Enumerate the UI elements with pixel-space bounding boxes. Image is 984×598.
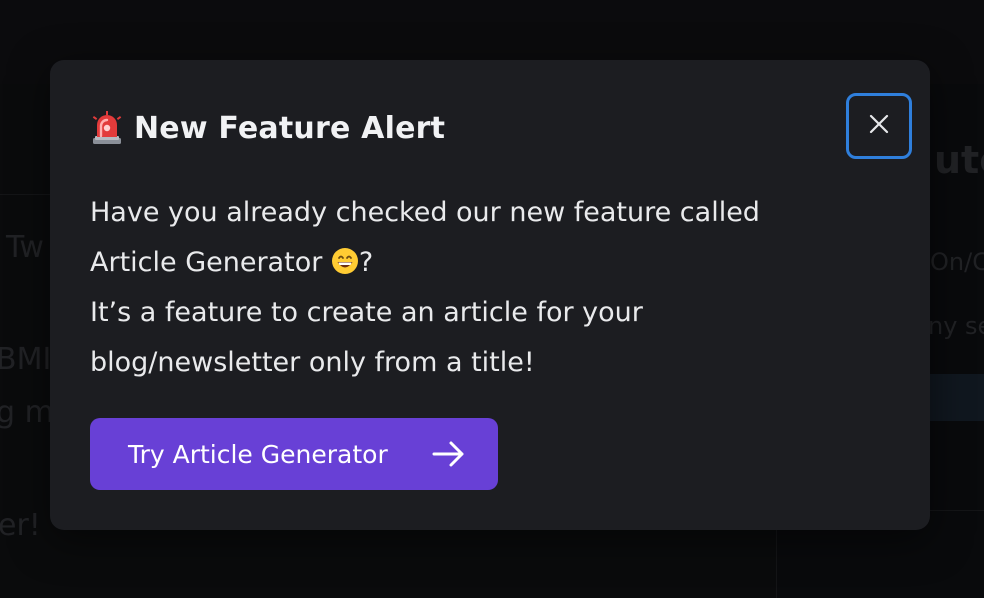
siren-icon (90, 110, 124, 146)
close-icon (868, 113, 890, 139)
cta-label: Try Article Generator (128, 439, 388, 469)
modal-body: Have you already checked our new feature… (90, 188, 870, 388)
try-article-generator-button[interactable]: Try Article Generator (90, 418, 498, 490)
feature-alert-modal: New Feature Alert Have you already check… (50, 60, 930, 530)
grinning-face-icon (331, 242, 359, 274)
app-window: Tw BMI g m er! ute On/C ny se New Featur… (0, 0, 984, 598)
body-text: Have you already checked our new feature… (90, 197, 760, 228)
modal-header: New Feature Alert (90, 106, 445, 150)
body-text: It’s a feature to create an article for … (90, 297, 643, 378)
arrow-right-icon (432, 440, 466, 468)
modal-body-paragraph: Have you already checked our new feature… (90, 188, 870, 288)
feature-name: Article Generator (90, 247, 323, 278)
close-button[interactable] (846, 93, 912, 159)
modal-body-paragraph: It’s a feature to create an article for … (90, 288, 870, 388)
modal-title: New Feature Alert (134, 110, 446, 146)
body-text: ? (358, 247, 374, 278)
